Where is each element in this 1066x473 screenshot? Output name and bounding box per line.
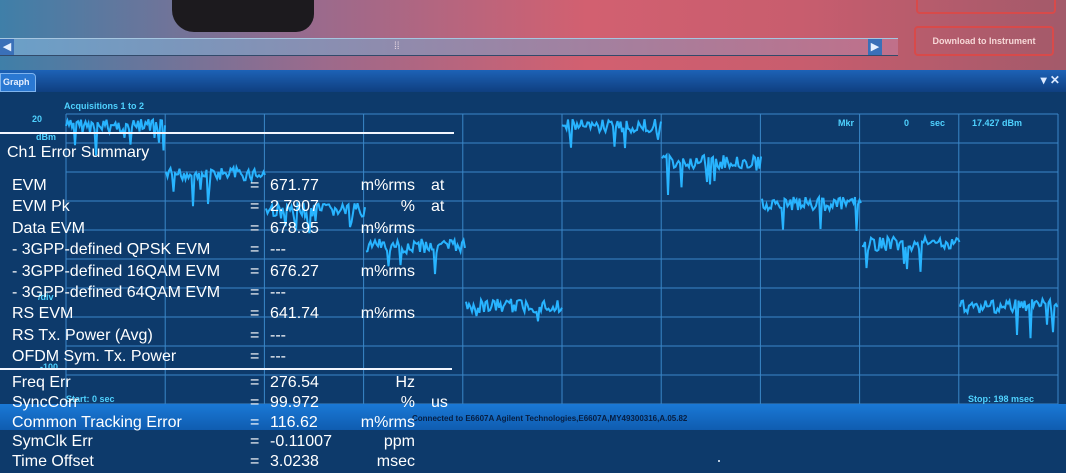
metric-label: OFDM Sym. Tx. Power: [12, 348, 177, 366]
equals-sign: =: [250, 177, 260, 194]
metric-value: 678.95: [270, 219, 319, 237]
summary-row: Common Tracking Error = 116.62 m%rms: [0, 412, 466, 433]
equals-sign: =: [250, 433, 260, 451]
trace-segment: [761, 194, 862, 231]
equals-sign: =: [250, 374, 260, 391]
metric-unit: m%rms: [360, 305, 415, 323]
metric-unit: m%rms: [360, 413, 415, 431]
equals-sign: =: [250, 453, 260, 471]
equals-sign: =: [250, 393, 260, 411]
download-to-instrument-button[interactable]: Download to Instrument: [914, 26, 1054, 56]
metric-value: ---: [270, 241, 286, 259]
equals-sign: =: [250, 241, 260, 259]
metric-unit: msec: [376, 453, 415, 471]
metric-value: 276.54: [270, 374, 319, 391]
metric-suffix: at: [431, 198, 445, 216]
error-summary-panel: Ch1 Error Summary EVM = 671.77 m%rms at EVM P…: [0, 0, 466, 473]
scroll-right-icon[interactable]: ▶: [868, 39, 882, 55]
summary-row: EVM Pk = 2.7907% at: [0, 196, 466, 217]
trace-segment: [661, 152, 762, 195]
trace-segment: [959, 296, 1059, 339]
equals-sign: =: [250, 284, 260, 301]
summary-row: SyncCorr = 99.972% us: [0, 392, 466, 413]
equals-sign: =: [250, 198, 260, 216]
metric-label: Data EVM: [12, 219, 85, 237]
trace-segment: [561, 118, 662, 149]
metric-value: 116.62: [270, 413, 318, 431]
metric-label: - 3GPP-defined QPSK EVM: [12, 241, 211, 259]
marker-power: 17.427 dBm: [972, 118, 1023, 128]
equals-sign: =: [250, 413, 260, 431]
equals-sign: =: [250, 262, 260, 280]
metric-label: Time Offset: [12, 453, 94, 471]
summary-divider-middle: [0, 368, 452, 370]
metric-value: 676.27: [270, 262, 319, 280]
equals-sign: =: [250, 219, 260, 237]
metric-unit: m%rms: [360, 262, 415, 280]
summary-row: Freq Err = 276.54 Hz: [0, 372, 466, 393]
metric-suffix: us: [431, 393, 448, 411]
metric-label: EVM: [12, 177, 47, 194]
summary-row: - 3GPP-defined 64QAM EVM = ---: [0, 282, 466, 303]
summary-row: OFDM Sym. Tx. Power = ---: [0, 346, 466, 367]
metric-unit: Hz: [395, 374, 415, 391]
trace-segment: [465, 296, 563, 322]
metric-value: ---: [270, 284, 286, 301]
metric-label: SyncCorr: [12, 393, 79, 411]
metric-unit: %: [400, 393, 415, 411]
summary-row: SymClk Err = -0.11007 ppm: [0, 431, 466, 452]
metric-value: 671.77: [270, 177, 319, 194]
metric-suffix: at: [431, 177, 445, 194]
pixel-mark: [718, 460, 720, 462]
metric-label: Freq Err: [12, 374, 71, 391]
summary-row: - 3GPP-defined QPSK EVM = ---: [0, 239, 466, 260]
metric-label: RS EVM: [12, 305, 74, 323]
equals-sign: =: [250, 305, 260, 323]
metric-label: - 3GPP-defined 64QAM EVM: [12, 284, 221, 301]
trace-segment: [861, 233, 961, 272]
metric-value: -0.11007: [270, 433, 332, 451]
summary-row: RS Tx. Power (Avg) = ---: [0, 325, 466, 346]
metric-label: SymClk Err: [12, 433, 93, 451]
metric-value: 2.7907: [270, 198, 319, 216]
summary-row: Data EVM = 678.95 m%rms: [0, 218, 466, 239]
lower-graph-area: [450, 430, 1066, 473]
panel-controls[interactable]: ▾ ✕: [1041, 73, 1060, 87]
stop-label: Stop: 198 msec: [968, 394, 1035, 404]
metric-unit: m%rms: [360, 219, 415, 237]
summary-row: - 3GPP-defined 16QAM EVM = 676.27 m%rms: [0, 261, 466, 282]
metric-unit: m%rms: [360, 177, 415, 194]
metric-label: - 3GPP-defined 16QAM EVM: [12, 262, 221, 280]
metric-value: 641.74: [270, 305, 319, 323]
metric-value: ---: [270, 348, 286, 366]
equals-sign: =: [250, 348, 260, 366]
metric-value: 3.0238: [270, 453, 319, 471]
summary-title: Ch1 Error Summary: [7, 144, 150, 161]
marker-time-value: 0: [904, 118, 910, 128]
metric-label: Common Tracking Error: [12, 413, 182, 431]
metric-label: RS Tx. Power (Avg): [12, 326, 153, 344]
metric-unit: ppm: [383, 433, 415, 451]
marker-name: Mkr: [838, 118, 855, 128]
equals-sign: =: [250, 326, 260, 344]
summary-row: EVM = 671.77 m%rms at: [0, 175, 466, 196]
save-recall-button[interactable]: [916, 0, 1056, 14]
metric-value: 99.972: [270, 393, 319, 411]
marker-time-unit: sec: [930, 118, 946, 128]
summary-row: RS EVM = 641.74 m%rms: [0, 303, 466, 324]
metric-label: EVM Pk: [12, 198, 70, 216]
metric-unit: %: [400, 198, 415, 216]
summary-divider-top: [0, 132, 454, 134]
metric-value: ---: [270, 326, 286, 344]
summary-row: Time Offset = 3.0238 msec: [0, 451, 466, 472]
